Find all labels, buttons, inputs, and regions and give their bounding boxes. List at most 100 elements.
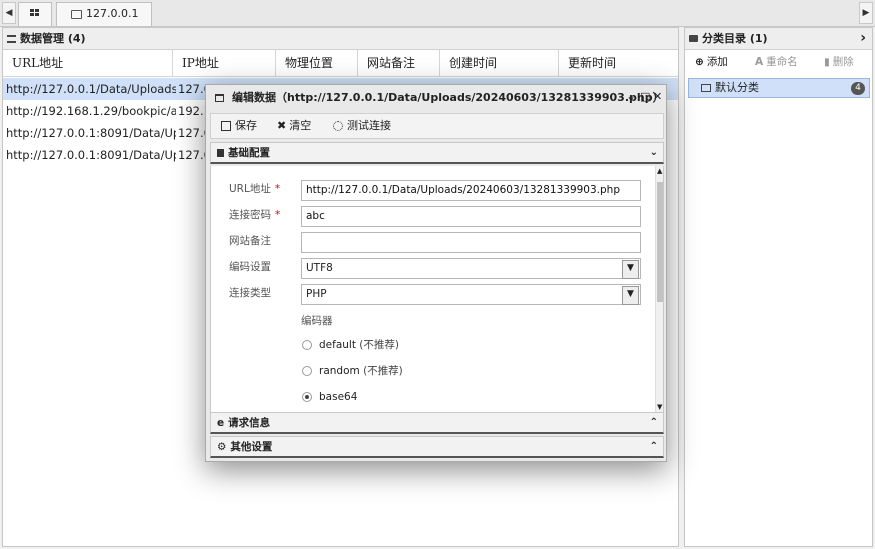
tab-scroll-left-button[interactable]: ◀ (2, 2, 16, 24)
encoder-note: (不推荐) (363, 365, 403, 377)
section-label: 请求信息 (228, 417, 271, 429)
url-cell: http://127.0.0.1/Data/Uploads/20240603/1… (6, 82, 176, 96)
panel-title: 数据管理 (4) (20, 32, 86, 45)
basic-config-form: URL地址 * http://127.0.0.1/Data/Uploads/202… (210, 166, 664, 412)
dialog-title: 编辑数据（http://127.0.0.1/Data/Uploads/20240… (232, 91, 664, 104)
test-label: 测试连接 (347, 119, 391, 132)
folder-icon (689, 35, 698, 42)
encoding-select[interactable]: UTF8 ▼ (301, 258, 641, 279)
encoder-random-radio[interactable] (302, 366, 312, 376)
rename-label: 重命名 (766, 56, 798, 68)
tab-scroll-right-button[interactable]: ▶ (859, 2, 873, 24)
password-field-label: 连接密码 * (229, 205, 280, 225)
url-cell: http://127.0.0.1:8091/Data/Uploads (6, 126, 176, 140)
edit-data-dialog: 编辑数据（http://127.0.0.1/Data/Uploads/20240… (205, 84, 667, 462)
plus-icon: ⊕ (695, 56, 704, 68)
category-count-badge: 4 (851, 82, 865, 95)
column-header-note[interactable]: 网站备注 (358, 50, 440, 77)
url-field[interactable]: http://127.0.0.1/Data/Uploads/20240603/1… (301, 180, 641, 201)
ie-icon: e (217, 417, 225, 429)
add-label: 添加 (706, 56, 728, 68)
panel-header: 数据管理 (4) (3, 28, 678, 50)
chevron-up-icon: ⌃ (649, 417, 658, 428)
spinner-icon (333, 121, 343, 131)
chevron-down-icon[interactable]: ▼ (622, 260, 639, 279)
encoder-random-label[interactable]: random (不推荐) (319, 363, 403, 379)
category-item-default[interactable]: 默认分类 4 (688, 78, 870, 98)
required-marker: * (274, 183, 281, 195)
dialog-toolbar: 保存 ✖ 清空 测试连接 (210, 113, 664, 139)
column-header-created[interactable]: 创建时间 (440, 50, 559, 77)
chevron-down-icon: ⌄ (649, 147, 658, 158)
list-icon (7, 35, 16, 43)
type-field-label: 连接类型 (229, 287, 271, 299)
trash-icon: ▮ (824, 56, 830, 68)
encoder-default-radio[interactable] (302, 340, 312, 350)
save-label: 保存 (235, 119, 257, 132)
test-connection-button[interactable]: 测试连接 (333, 114, 391, 138)
chevron-up-icon: ⌃ (649, 441, 658, 452)
column-header-location[interactable]: 物理位置 (276, 50, 358, 77)
chevron-left-icon: ◀ (5, 8, 13, 18)
url-cell: http://127.0.0.1:8091/Data/Uploads (6, 148, 176, 162)
column-header-url[interactable]: URL地址 (3, 50, 173, 77)
note-field[interactable] (301, 232, 641, 253)
type-select[interactable]: PHP ▼ (301, 284, 641, 305)
grid-icon (30, 9, 40, 17)
file-icon (217, 149, 224, 157)
chevron-down-icon[interactable]: ▼ (622, 286, 639, 305)
close-icon[interactable]: ✕ (653, 90, 662, 103)
section-other-settings[interactable]: ⚙ 其他设置 ⌃ (210, 436, 664, 458)
add-category-button[interactable]: ⊕ 添加 (695, 50, 728, 74)
category-label: 默认分类 (715, 81, 759, 94)
rename-category-button[interactable]: A 重命名 (755, 50, 798, 74)
scrollbar-thumb[interactable] (657, 182, 663, 302)
form-scrollbar[interactable]: ▲ ▼ (655, 166, 663, 412)
delete-label: 删除 (832, 56, 854, 68)
section-request-info[interactable]: e 请求信息 ⌃ (210, 412, 664, 434)
url-field-label: URL地址 * (229, 179, 280, 199)
scroll-up-icon[interactable]: ▲ (657, 167, 662, 175)
section-label: 其他设置 (230, 441, 273, 453)
close-icon: ✖ (277, 119, 287, 132)
column-header-updated[interactable]: 更新时间 (559, 50, 678, 77)
chevron-right-icon[interactable]: › (860, 28, 866, 49)
panel-header: 分类目录 (1) › (685, 28, 872, 50)
maximize-icon[interactable]: □ (640, 90, 650, 103)
radio-selected-dot (305, 395, 309, 399)
tab-127-0-0-1[interactable]: 127.0.0.1× (56, 2, 152, 43)
panel-title: 分类目录 (1) (702, 32, 768, 45)
tab-home[interactable] (18, 2, 52, 26)
url-cell: http://192.168.1.29/bookpic/a.aspx (6, 104, 176, 118)
folder-icon (701, 84, 711, 92)
tab-bar: ◀ 127.0.0.1× ▶ (0, 0, 875, 43)
encoder-base64-label[interactable]: base64 (319, 389, 357, 405)
save-icon (221, 121, 231, 131)
gears-icon: ⚙ (217, 441, 227, 453)
section-label: 基础配置 (228, 147, 270, 159)
delete-category-button[interactable]: ▮ 删除 (824, 50, 854, 74)
encoder-note: (不推荐) (359, 339, 399, 351)
tab-label: 127.0.0.1 (86, 7, 139, 20)
encoder-name: base64 (319, 391, 358, 403)
save-button[interactable]: 保存 (221, 114, 257, 138)
category-panel: 分类目录 (1) › ⊕ 添加 A 重命名 ▮ 删除 默认分类 4 (684, 27, 873, 547)
encoding-value: UTF8 (306, 262, 333, 274)
clear-button[interactable]: ✖ 清空 (277, 114, 311, 138)
column-header-ip[interactable]: IP地址 (173, 50, 276, 77)
chevron-right-icon: ▶ (862, 8, 870, 18)
password-field[interactable]: abc (301, 206, 641, 227)
encoder-label: 编码器 (301, 315, 333, 327)
encoder-base64-radio[interactable] (302, 392, 312, 402)
encoder-default-label[interactable]: default (不推荐) (319, 337, 399, 353)
minimize-icon[interactable]: ⌄ (626, 89, 636, 103)
note-field-label: 网站备注 (229, 235, 271, 247)
scroll-down-icon[interactable]: ▼ (657, 403, 662, 411)
label-text: URL地址 (229, 183, 271, 195)
encoding-field-label: 编码设置 (229, 261, 271, 273)
font-icon: A (755, 56, 764, 68)
section-basic-config[interactable]: 基础配置 ⌄ (210, 142, 664, 164)
encoder-name: default (319, 339, 356, 351)
encoder-name: random (319, 365, 360, 377)
clear-label: 清空 (289, 119, 312, 132)
